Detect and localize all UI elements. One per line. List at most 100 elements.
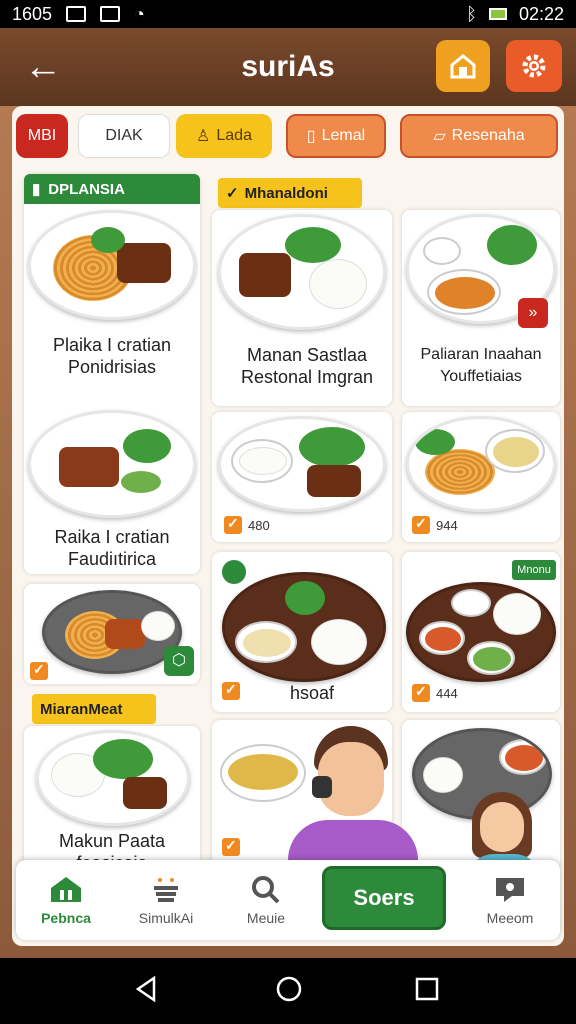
dish-image	[218, 416, 386, 512]
chip-label: Resenaha	[451, 127, 525, 144]
checkbox-icon	[222, 837, 240, 856]
herbs	[487, 225, 537, 265]
dish-card[interactable]: hsoaf	[212, 552, 392, 712]
tab-meeom[interactable]: Meeom	[460, 860, 560, 940]
back-nav-icon[interactable]	[132, 974, 162, 1004]
chip-label: DIAK	[105, 127, 143, 144]
soers-button[interactable]: Soers	[322, 866, 446, 930]
soup-bowl	[235, 621, 297, 663]
meat	[307, 465, 361, 497]
rice	[311, 619, 367, 665]
tag-icon: ▱	[433, 128, 446, 145]
herbs	[123, 429, 171, 463]
photo-icon	[100, 6, 121, 22]
settings-button[interactable]	[506, 40, 562, 92]
image-icon	[66, 6, 87, 22]
dish-card[interactable]: ⬡	[24, 584, 200, 684]
home-button[interactable]	[436, 40, 490, 92]
herbs	[415, 429, 455, 455]
status-clock: 02:22	[518, 3, 564, 24]
price-badge	[222, 837, 240, 856]
tab-pebnca[interactable]: Pebnca	[16, 860, 116, 940]
cup-icon: ▯	[306, 128, 316, 145]
dish-image	[36, 730, 190, 826]
person-icon: ♙	[196, 128, 211, 145]
tab-simulkai[interactable]: SimulkAi	[116, 860, 216, 940]
checkbox-icon	[412, 515, 430, 534]
soup-bowl	[485, 429, 545, 473]
chip-lemal[interactable]: ▯ Lemal	[286, 114, 386, 158]
dish-image	[406, 416, 556, 512]
item-caption: Manan Sastlaa Restonal Imgran	[240, 345, 374, 387]
dish-card[interactable]: Makun Paata feasicaia	[24, 726, 200, 866]
cucumber	[121, 471, 161, 493]
item-caption: Raika I cratian Faudiıtirica	[54, 527, 170, 569]
left-section-card[interactable]: ▮ DPLANSIA Plaika I cratian Ponidrisias …	[24, 174, 200, 574]
menu-tag: Mnonu	[512, 560, 556, 580]
dish-card[interactable]: Mnonu 444	[402, 552, 560, 712]
price: 480	[248, 517, 270, 533]
dish-card[interactable]: » Paliaran Inaahan Youffetiaias	[402, 210, 560, 406]
price: 944	[436, 517, 458, 533]
recents-nav-icon[interactable]	[412, 974, 442, 1004]
checkbox-icon	[224, 515, 242, 534]
house-icon	[450, 54, 476, 79]
item-caption: Makun Paata feasicaia	[58, 831, 166, 864]
dish-image	[28, 210, 196, 320]
dish-image	[222, 572, 386, 682]
man-illustration	[278, 726, 428, 880]
home-icon	[51, 877, 81, 902]
leaf	[299, 427, 365, 467]
add-button[interactable]: ⬡	[164, 646, 194, 676]
dish-card[interactable]: 944	[402, 412, 560, 542]
herbs	[91, 227, 125, 253]
top-bar: ← suriAs	[0, 28, 576, 106]
tab-label: SimulkAi	[138, 910, 194, 926]
bottom-tab-bar: Pebnca SimulkAi Meuie Soers Meeom	[16, 860, 560, 940]
dish-image	[406, 582, 556, 682]
dish-card[interactable]: Manan Sastlaa Restonal Imgran	[212, 210, 392, 406]
section-header: MiaranMeat	[32, 694, 156, 724]
checkbox-icon	[222, 681, 240, 700]
curry-bowl	[419, 621, 465, 655]
dish-image	[42, 590, 182, 674]
battery-icon	[488, 8, 507, 20]
price-badge	[222, 681, 240, 700]
chip-label: Lemal	[321, 127, 366, 144]
price: 444	[436, 685, 458, 701]
meat	[123, 777, 167, 809]
app-window: ← suriAs MBI DIAK ♙ Lada ▯ Lemal ▱ Resen…	[0, 28, 576, 958]
chip-mbi[interactable]: MBI	[16, 114, 68, 158]
badge-icon: ✓	[226, 185, 239, 202]
status-bar: 1605 ◔ ᛒ 02:22	[0, 0, 576, 28]
status-dot	[222, 560, 246, 584]
sauce-bowl	[451, 589, 491, 617]
home-nav-icon[interactable]	[274, 974, 304, 1004]
dish-image	[28, 410, 196, 518]
rice	[493, 593, 541, 635]
rice	[309, 259, 367, 309]
chat-icon	[496, 878, 524, 902]
meat	[105, 619, 145, 649]
curry-bowl	[427, 269, 501, 315]
tab-meuie[interactable]: Meuie	[216, 860, 316, 940]
dish-card[interactable]: 480	[212, 412, 392, 542]
next-button[interactable]: »	[518, 298, 548, 328]
chip-diak[interactable]: DIAK	[78, 114, 170, 158]
rice	[141, 611, 175, 641]
section-title: MiaranMeat	[40, 700, 123, 718]
menu-panel: MBI DIAK ♙ Lada ▯ Lemal ▱ Resenaha ▮ DPL…	[12, 106, 564, 946]
chip-label: Lada	[216, 127, 252, 144]
category-chips: MBI DIAK ♙ Lada ▯ Lemal ▱ Resenaha	[16, 114, 564, 162]
chip-resenaha[interactable]: ▱ Resenaha	[400, 114, 558, 158]
herbs	[285, 581, 325, 615]
meat	[59, 447, 119, 487]
chip-lada[interactable]: ♙ Lada	[176, 114, 272, 158]
chip-label: MBI	[27, 127, 57, 144]
tab-label: Meuie	[246, 910, 286, 926]
tab-label: Meeom	[486, 910, 534, 926]
bowl-icon	[154, 878, 178, 902]
salad-bowl	[467, 641, 515, 675]
leaf	[93, 739, 153, 779]
noodles	[425, 449, 495, 495]
